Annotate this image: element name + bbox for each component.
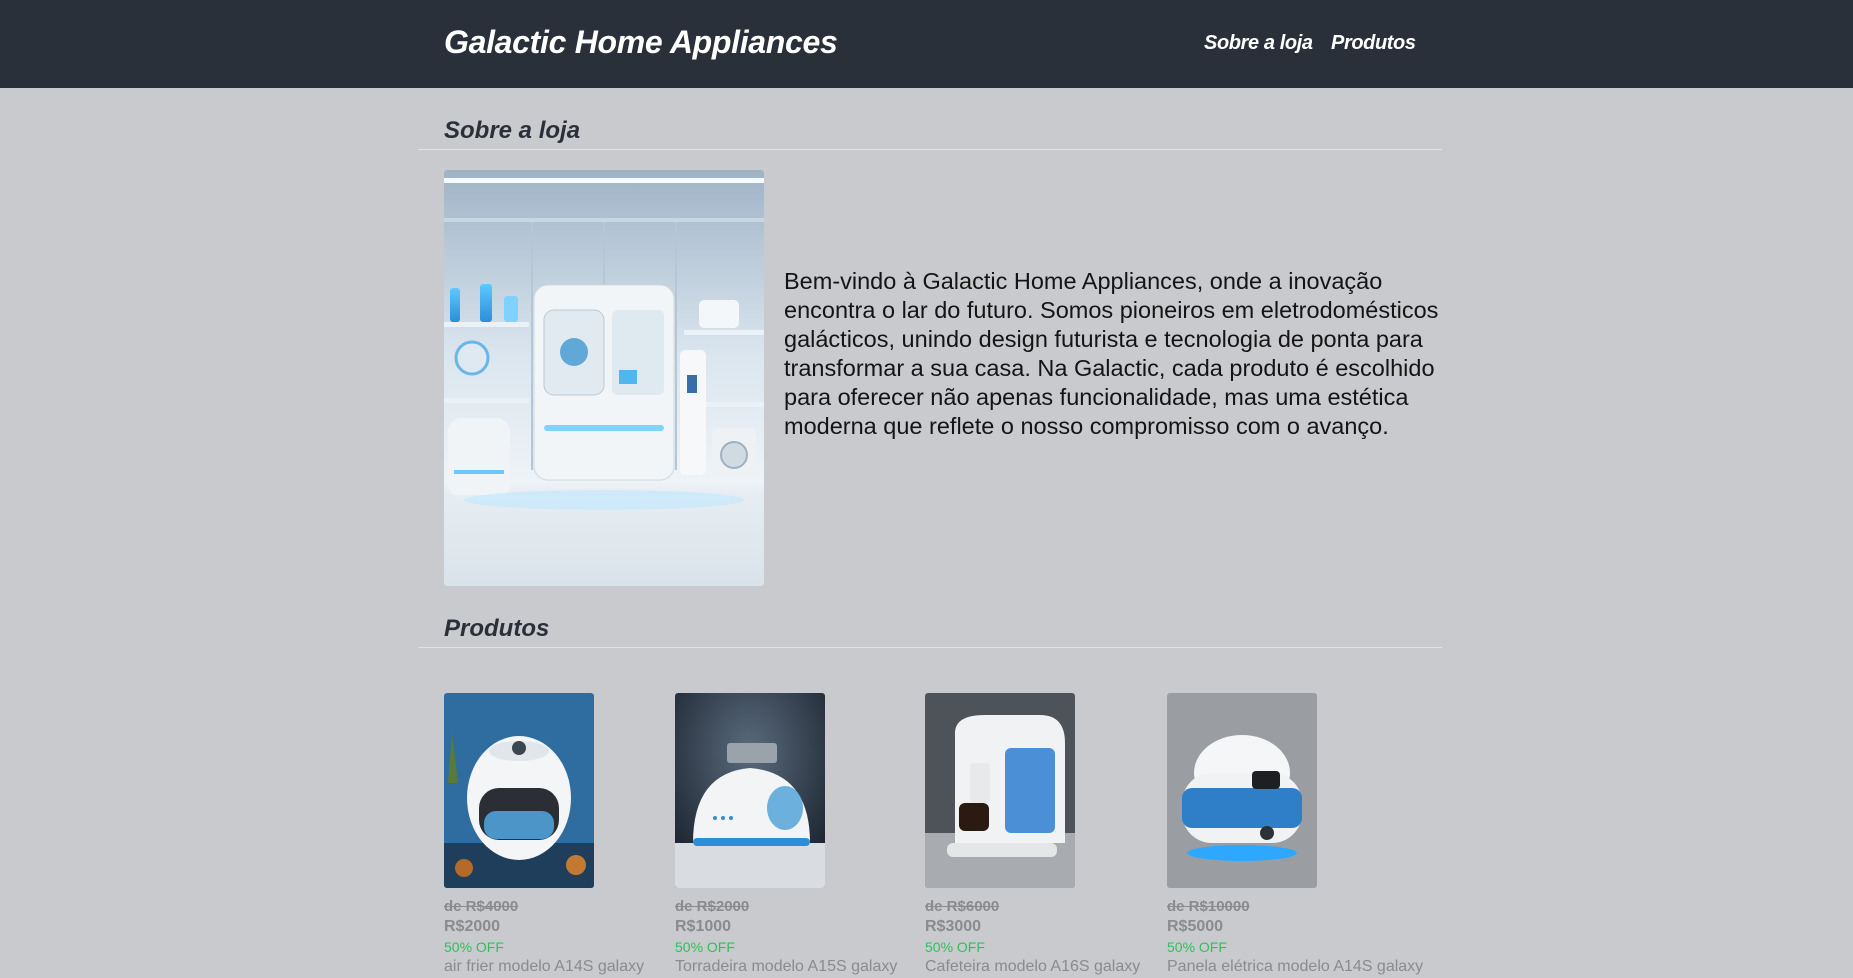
price: R$3000: [925, 918, 982, 935]
product-image-electric-pot[interactable]: [1167, 693, 1317, 888]
product-image-toaster[interactable]: [675, 693, 825, 888]
discount-badge: 50% OFF: [925, 939, 985, 955]
old-price: de R$10000: [1167, 898, 1250, 915]
product-card[interactable]: de R$10000 R$5000 50% OFF Panela elétric…: [1167, 693, 1423, 978]
product-image-coffee-maker[interactable]: [925, 693, 1075, 888]
products-title: Produtos: [444, 615, 550, 642]
product-card[interactable]: de R$4000 R$2000 50% OFF air frier model…: [444, 693, 684, 978]
price: R$5000: [1167, 918, 1224, 935]
old-price: de R$2000: [675, 898, 750, 915]
nav-link-produtos[interactable]: Produtos: [1331, 32, 1416, 55]
discount-badge: 50% OFF: [675, 939, 735, 955]
old-price: de R$4000: [444, 898, 519, 915]
about-text: Bem-vindo à Galactic Home Appliances, on…: [784, 267, 1439, 439]
product-image-air-fryer[interactable]: [444, 693, 594, 888]
products-section-header: Produtos: [418, 615, 1442, 648]
about-title: Sobre a loja: [444, 117, 581, 144]
discount-badge: 50% OFF: [444, 939, 504, 955]
discount-badge: 50% OFF: [1167, 939, 1227, 955]
price: R$1000: [675, 918, 732, 935]
old-price: de R$6000: [925, 898, 1000, 915]
nav-link-sobre[interactable]: Sobre a loja: [1204, 32, 1313, 55]
store-image: [444, 170, 764, 586]
main-nav: Sobre a loja Produtos: [0, 32, 1853, 62]
about-section-header: Sobre a loja: [418, 117, 1442, 150]
top-bar: Galactic Home Appliances Sobre a loja Pr…: [0, 0, 1853, 88]
product-card[interactable]: de R$2000 R$1000 50% OFF Torradeira mode…: [675, 693, 915, 978]
price: R$2000: [444, 918, 501, 935]
product-card[interactable]: de R$6000 R$3000 50% OFF Cafeteira model…: [925, 693, 1165, 978]
